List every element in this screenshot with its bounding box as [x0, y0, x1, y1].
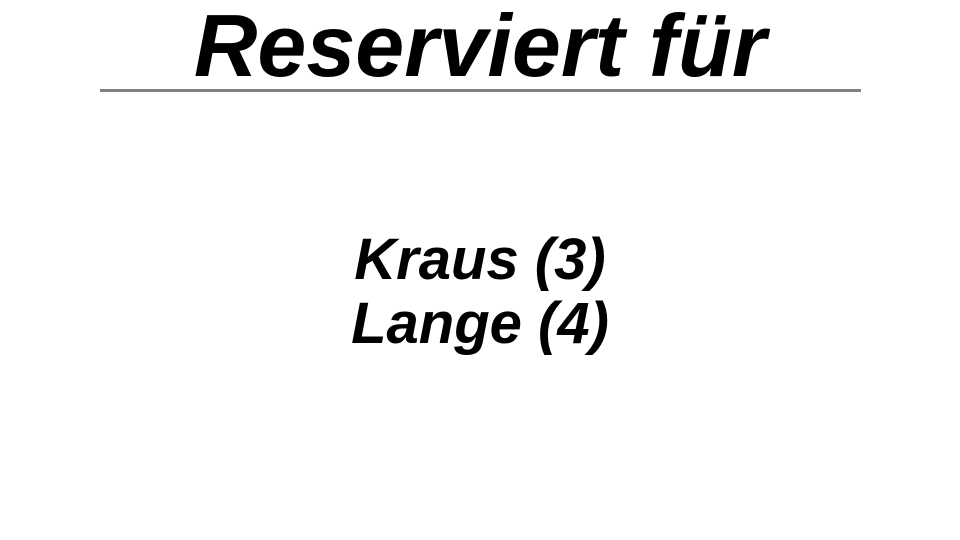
reservation-list: Kraus (3) Lange (4)	[0, 228, 960, 356]
slide-title: Reserviert für	[193, 0, 767, 95]
slide: Reserviert für Kraus (3) Lange (4)	[0, 0, 960, 540]
reservation-name-1: Kraus (3)	[354, 227, 606, 292]
title-divider	[100, 89, 861, 92]
reservation-name-2: Lange (4)	[351, 291, 609, 356]
